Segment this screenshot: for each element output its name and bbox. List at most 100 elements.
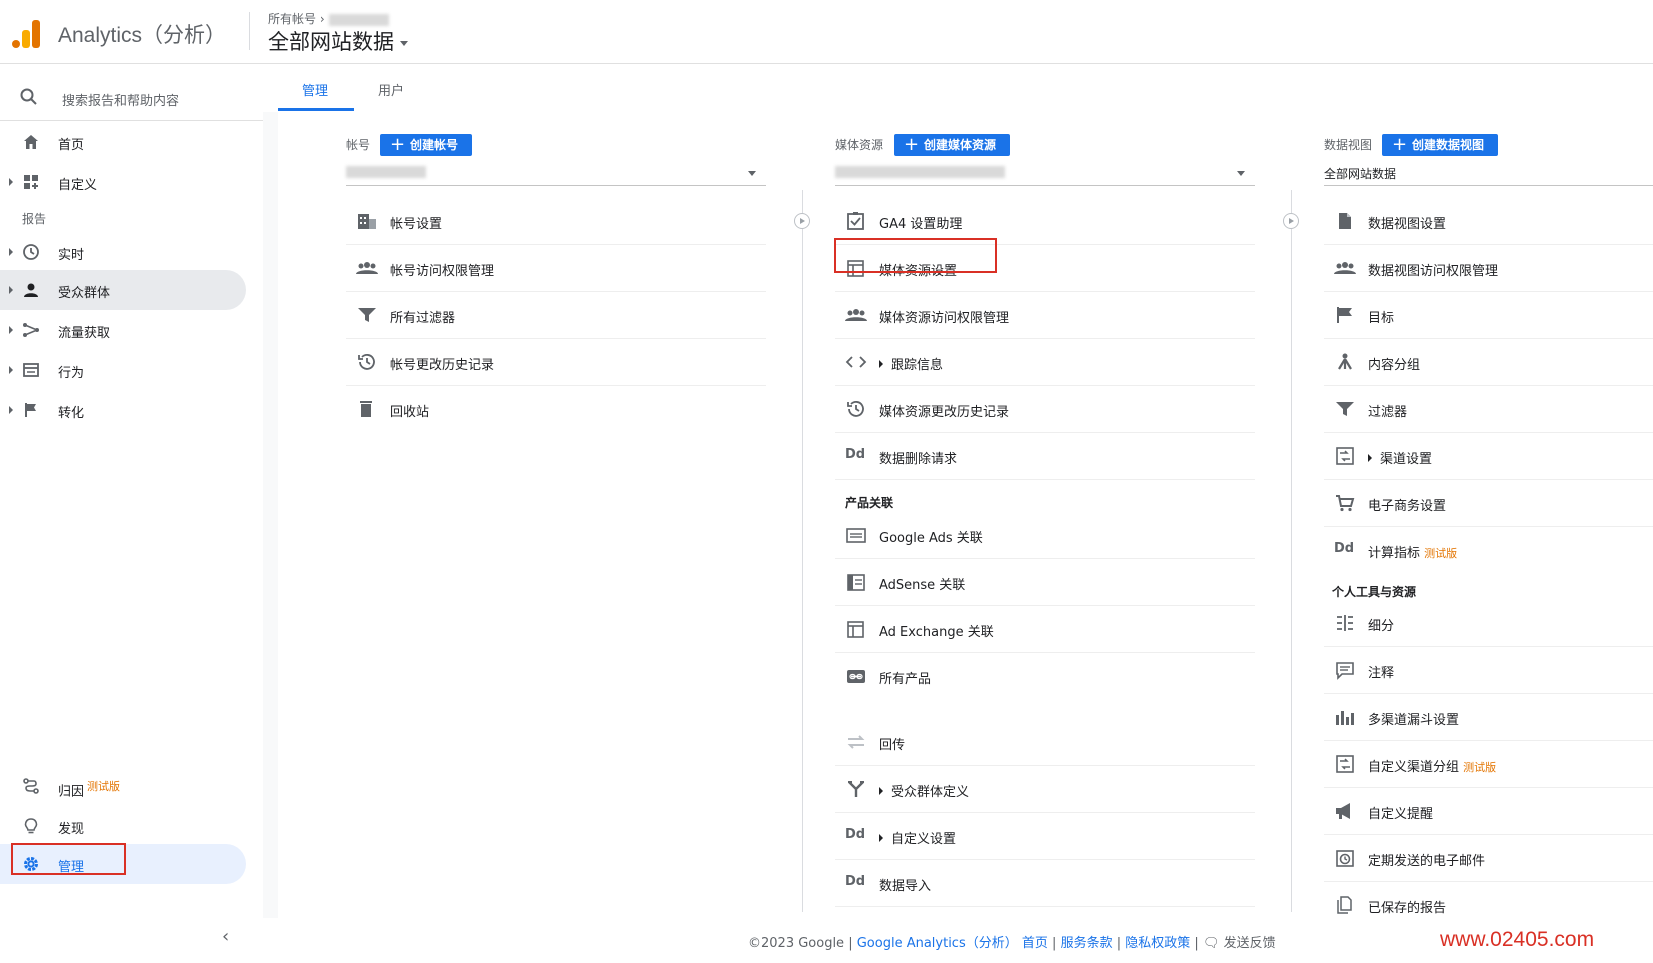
people-icon [1334, 262, 1356, 274]
clock-icon [23, 244, 39, 260]
alarm-clock-icon [1336, 850, 1354, 867]
search-reports[interactable]: 搜索报告和帮助内容 [0, 78, 263, 116]
create-account-button[interactable]: + 创建帐号 [380, 134, 473, 156]
tracking-info-item[interactable]: 跟踪信息 [835, 339, 1255, 386]
custom-alerts-item[interactable]: 自定义提醒 [1324, 788, 1653, 835]
postbacks-item[interactable]: 回传 [835, 719, 1255, 766]
trash-item[interactable]: 回收站 [346, 386, 766, 433]
all-products-item[interactable]: 所有产品 [835, 653, 1255, 700]
breadcrumb-all-accounts[interactable]: 所有帐号 › [268, 12, 325, 26]
expand-arrow-icon [9, 178, 13, 186]
ecommerce-settings-item[interactable]: 电子商务设置 [1324, 480, 1653, 527]
google-ads-link-item[interactable]: Google Ads 关联 [835, 512, 1255, 559]
sidebar-item-audience[interactable]: 受众群体 [0, 270, 246, 310]
view-access-item[interactable]: 数据视图访问权限管理 [1324, 245, 1653, 292]
sidebar-item-behavior[interactable]: 行为 [0, 350, 246, 390]
expand-arrow-icon [879, 834, 883, 842]
breadcrumb[interactable]: 所有帐号 › [268, 10, 389, 27]
item-label: 电子商务设置 [1368, 499, 1447, 514]
sidebar-item-realtime[interactable]: 实时 [0, 232, 246, 272]
sidebar-item-conversions[interactable]: 转化 [0, 390, 246, 430]
sidebar-label: 转化 [58, 406, 85, 421]
account-history-item[interactable]: 帐号更改历史记录 [346, 339, 766, 386]
adsense-link-item[interactable]: AdSense 关联 [835, 559, 1255, 606]
account-selector[interactable] [346, 160, 766, 186]
custom-definitions-label: 自定义设置 [891, 832, 957, 847]
people-icon [356, 262, 378, 274]
ads-icon [846, 528, 866, 543]
sidebar-label: 归因 测试版 [58, 778, 120, 799]
account-access-item[interactable]: 帐号访问权限管理 [346, 245, 766, 292]
footer-ga-link[interactable]: Google Analytics（分析） [857, 936, 1018, 951]
footer-privacy-link[interactable]: 隐私权政策 [1125, 936, 1190, 951]
dd-icon: Dd [845, 447, 866, 462]
item-label: 媒体资源访问权限管理 [879, 311, 1010, 326]
expand-arrow-icon [9, 248, 13, 256]
create-view-label: 创建数据视图 [1412, 138, 1485, 152]
create-view-button[interactable]: + 创建数据视图 [1382, 134, 1499, 156]
create-property-label: 创建媒体资源 [924, 138, 997, 152]
lightbulb-icon [24, 818, 38, 834]
footer-links: ©2023 Google | Google Analytics（分析） 首页 |… [748, 932, 1276, 951]
column-divider [802, 190, 803, 912]
copyright: ©2023 Google | [748, 936, 853, 951]
building-icon [358, 214, 376, 229]
sidebar-label: 行为 [58, 366, 85, 381]
property-column-label: 媒体资源 [835, 138, 884, 152]
annotations-item[interactable]: 注释 [1324, 647, 1653, 694]
custom-channel-grouping-item[interactable]: 自定义渠道分组 测试版 [1324, 741, 1653, 788]
segments-icon [1337, 615, 1353, 631]
view-filters-item[interactable]: 过滤器 [1324, 386, 1653, 433]
view-selector-dropdown[interactable]: 全部网站数据 [1324, 160, 1653, 186]
item-label: 目标 [1368, 311, 1395, 326]
data-deletion-item[interactable]: Dd 数据删除请求 [835, 433, 1255, 480]
tab-user[interactable]: 用户 [378, 80, 404, 99]
sidebar-item-acquisition[interactable]: 流量获取 [0, 310, 246, 350]
item-label: 内容分组 [1368, 358, 1421, 373]
content-grouping-item[interactable]: 内容分组 [1324, 339, 1653, 386]
tab-admin[interactable]: 管理 [302, 80, 328, 99]
sidebar-item-customization[interactable]: 自定义 [0, 162, 246, 202]
calculated-metrics-item[interactable]: Dd 计算指标 测试版 [1324, 527, 1653, 574]
sidebar-label: 受众群体 [58, 286, 111, 301]
item-label: 帐号访问权限管理 [390, 264, 495, 279]
ad-exchange-link-item[interactable]: Ad Exchange 关联 [835, 606, 1255, 653]
item-label: 媒体资源更改历史记录 [879, 405, 1010, 420]
goals-item[interactable]: 目标 [1324, 292, 1653, 339]
item-label: 所有产品 [879, 672, 932, 687]
channel-settings-item[interactable]: 渠道设置 [1324, 433, 1653, 480]
account-settings-item[interactable]: 帐号设置 [346, 198, 766, 245]
data-import-item[interactable]: Dd 数据导入 [835, 860, 1255, 907]
redacted-account-name [346, 166, 426, 178]
dd-icon: Dd [845, 874, 866, 889]
account-filters-item[interactable]: 所有过滤器 [346, 292, 766, 339]
create-property-button[interactable]: + 创建媒体资源 [894, 134, 1011, 156]
property-selector[interactable] [835, 160, 1255, 186]
item-label: 数据视图访问权限管理 [1368, 264, 1499, 279]
chevron-down-icon [748, 171, 756, 176]
mcf-settings-item[interactable]: 多渠道漏斗设置 [1324, 694, 1653, 741]
item-label: 自定义设置 [879, 828, 956, 847]
sidebar-item-discover[interactable]: 发现 [0, 806, 246, 846]
segments-item[interactable]: 细分 [1324, 600, 1653, 647]
item-label: 已保存的报告 [1368, 901, 1447, 916]
expand-arrow-icon [9, 406, 13, 414]
footer-terms-link[interactable]: 服务条款 [1061, 936, 1113, 951]
view-selector[interactable]: 全部网站数据 [268, 26, 408, 56]
expand-arrow-icon [9, 366, 13, 374]
sidebar-item-attribution[interactable]: 归因 测试版 [0, 766, 246, 806]
custom-definitions-item[interactable]: Dd 自定义设置 [835, 813, 1255, 860]
flag-icon [25, 403, 36, 417]
footer-home-link[interactable]: 首页 [1022, 936, 1048, 951]
property-access-item[interactable]: 媒体资源访问权限管理 [835, 292, 1255, 339]
item-label: 自定义渠道分组 测试版 [1368, 756, 1496, 775]
view-settings-item[interactable]: 数据视图设置 [1324, 198, 1653, 245]
sidebar-item-home[interactable]: 首页 [0, 122, 246, 162]
scheduled-emails-item[interactable]: 定期发送的电子邮件 [1324, 835, 1653, 882]
channel-icon [1336, 447, 1354, 465]
collapse-sidebar-icon[interactable]: ‹ [222, 926, 229, 947]
audience-definitions-item[interactable]: 受众群体定义 [835, 766, 1255, 813]
property-history-item[interactable]: 媒体资源更改历史记录 [835, 386, 1255, 433]
feedback-link[interactable]: 🗨 发送反馈 [1203, 936, 1276, 951]
item-label: 渠道设置 [1368, 448, 1432, 467]
